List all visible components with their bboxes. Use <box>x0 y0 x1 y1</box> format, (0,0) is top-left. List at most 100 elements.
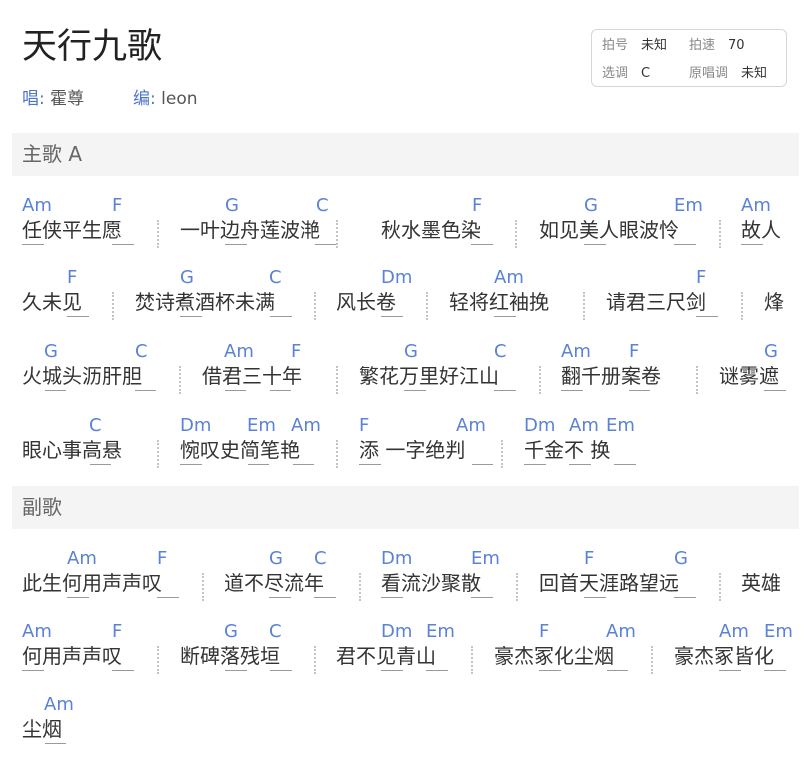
chord-label: G <box>269 548 283 569</box>
song-info-box: 拍号 未知 拍速 70 选调 C 原唱调 未知 <box>591 29 787 87</box>
lyric-phrase: 千金不 换 <box>524 438 611 462</box>
section-title: 主歌 A <box>22 142 83 166</box>
chord-position-underline <box>696 316 718 318</box>
song-title: 天行九歌 <box>22 27 163 67</box>
chord-position-underline <box>180 464 202 466</box>
key-label: 选调 <box>602 66 629 81</box>
chord-label: F <box>291 341 302 362</box>
lyric-phrase: 任侠平生愿 <box>22 218 122 242</box>
lyric-phrase: 尘烟 <box>22 717 62 741</box>
chord-position-underline <box>674 597 696 599</box>
chord-label: F <box>539 621 550 642</box>
singer-label: 唱: <box>22 89 45 109</box>
chord-label: G <box>180 267 194 288</box>
lyric-phrase: 故人 <box>741 218 781 242</box>
chord-label: Em <box>471 548 500 569</box>
chord-position-underline <box>180 316 202 318</box>
chord-label: G <box>764 341 778 362</box>
chord-label: Am <box>22 621 52 642</box>
lyric-phrase: 眼心事高悬 <box>22 438 122 462</box>
lyric-phrase: 烽 <box>764 290 784 314</box>
chord-label: Am <box>741 195 771 216</box>
chord-label: F <box>359 415 370 436</box>
lyric-phrase: 借君三十年 <box>202 364 302 388</box>
chord-label: Am <box>561 341 591 362</box>
chord-label: Am <box>67 548 97 569</box>
original-key-label: 原唱调 <box>689 66 729 81</box>
lyric-line: C Dm Em Am F Am Dm Am Em 眼心事高悬 惋叹史简笔艳 添 一字绝判 千金不 换 <box>0 416 810 488</box>
lyric-phrase: 焚诗煮酒杯未满 <box>135 290 275 314</box>
chord-position-underline <box>606 670 628 672</box>
lyric-phrase: 回首天涯路望远 <box>539 571 679 595</box>
bar-line <box>426 292 428 320</box>
chord-position-underline <box>381 597 403 599</box>
chord-label: Am <box>719 621 749 642</box>
chord-position-underline <box>67 597 89 599</box>
chord-position-underline <box>561 390 583 392</box>
chord-label: C <box>494 341 507 362</box>
bar-line <box>583 292 585 320</box>
lyric-phrase: 请君三尺剑 <box>606 290 706 314</box>
chord-label: Dm <box>381 267 413 288</box>
key-value: C <box>641 66 651 81</box>
chord-label: Em <box>426 621 455 642</box>
chord-position-underline <box>381 670 403 672</box>
chord-label: C <box>269 621 282 642</box>
lyric-phrase: 英雄 <box>741 571 781 595</box>
chord-position-underline <box>225 244 247 246</box>
chord-position-underline <box>584 244 606 246</box>
chord-position-underline <box>569 464 591 466</box>
chord-position-underline <box>584 597 606 599</box>
bar-line <box>719 220 721 248</box>
chord-position-underline <box>269 390 291 392</box>
chord-position-underline <box>292 464 314 466</box>
lyric-phrase: 豪杰冢皆化 <box>674 644 774 668</box>
chord-position-underline <box>247 464 269 466</box>
chord-position-underline <box>22 670 44 672</box>
chord-label: C <box>269 267 282 288</box>
chord-label: F <box>157 548 168 569</box>
chord-label: F <box>629 341 640 362</box>
chord-label: G <box>224 621 238 642</box>
chord-label: G <box>584 195 598 216</box>
chord-position-underline <box>539 670 561 672</box>
chord-label: Dm <box>524 415 556 436</box>
chord-label: C <box>316 195 329 216</box>
lyric-line: Am 尘烟 <box>0 695 810 767</box>
meter-value: 未知 <box>641 38 668 53</box>
singer-info: 唱: 霍尊 <box>22 89 84 109</box>
lyric-phrase: 一叶边舟莲波滟 <box>180 218 320 242</box>
lyric-phrase: 此生何用声声叹 <box>22 571 162 595</box>
bar-line <box>202 573 204 601</box>
bar-line <box>314 646 316 674</box>
chord-position-underline <box>404 390 426 392</box>
chord-label: Am <box>224 341 254 362</box>
arranger-name: leon <box>161 89 198 109</box>
chord-label: Am <box>606 621 636 642</box>
chord-label: Am <box>44 694 74 715</box>
lyric-line: Am F G C Dm Em F Am Am Em 何用声声叹 断碑落残垣 君不见青山 豪杰冢化尘烟 豪杰冢… <box>0 622 810 694</box>
chord-label: Dm <box>180 415 212 436</box>
chord-position-underline <box>614 464 636 466</box>
chord-position-underline <box>315 244 337 246</box>
chord-label: G <box>44 341 58 362</box>
chord-position-underline <box>494 390 516 392</box>
chord-label: G <box>674 548 688 569</box>
chord-position-underline <box>524 464 546 466</box>
chord-label: Em <box>606 415 635 436</box>
bar-line <box>471 646 473 674</box>
bar-line <box>336 440 338 468</box>
chord-label: F <box>472 195 483 216</box>
chord-position-underline <box>381 316 403 318</box>
chord-label: Am <box>291 415 321 436</box>
chord-label: G <box>225 195 239 216</box>
bar-line <box>112 292 114 320</box>
bar-line <box>157 646 159 674</box>
tempo-label: 拍速 <box>689 38 716 53</box>
chord-position-underline <box>628 390 650 392</box>
chord-label: Am <box>569 415 599 436</box>
bar-line <box>719 573 721 601</box>
lyric-phrase: 看流沙聚散 <box>381 571 481 595</box>
bar-line <box>336 220 338 248</box>
lyric-line: F G C Dm Am F 久未见 焚诗煮酒杯未满 风长卷 轻将红袖挽 请君三尺剑烽 <box>0 268 810 340</box>
